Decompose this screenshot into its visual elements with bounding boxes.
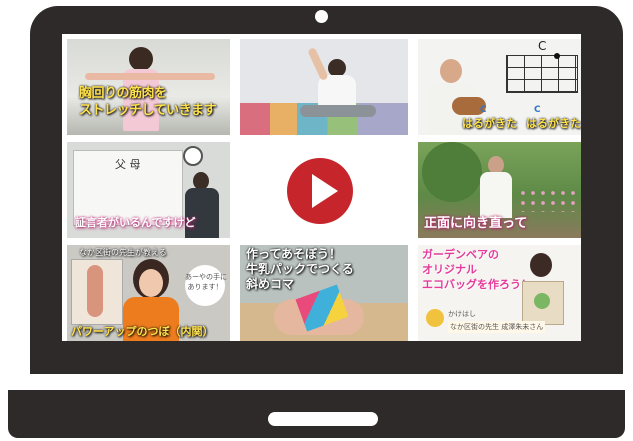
yoga-person-arm [307,46,329,82]
acupressure-header: なか区街の先生が教える [79,248,167,257]
camera-icon [315,10,328,23]
video-thumbnail-ecobag[interactable]: ガーデンベアの オリジナル エコバッグを作ろう！ かけはし なか区街の先生 成澤… [418,245,581,341]
chord-small-1: C [480,105,487,115]
ecobag-illustration [534,293,550,309]
instructor-figure [129,47,153,71]
play-triangle-icon [312,174,338,208]
host-face [139,269,163,297]
ecobag-org: かけはし [448,310,476,318]
ecobag-caption: ガーデンベアの オリジナル エコバッグを作ろう！ [422,248,532,291]
video-thumbnail-acupressure[interactable]: なか区街の先生が教える あーやの手に あります！ パワーアップのつぼ（内関） [67,245,230,341]
video-thumbnail-whiteboard[interactable]: 父 母 証言者がいるんですけど [67,142,230,238]
chord-diagram [506,55,578,93]
chord-small-2: C [534,105,541,115]
garden-caption: 正面に向き直って [424,216,528,231]
stretch-caption: 胸回りの筋肉を ストレッチしていきます [79,86,217,118]
chord-label: C [538,39,547,53]
speech-bubble: あーやの手に あります！ [185,265,227,306]
lyric-2: はるがきた [526,117,581,130]
lyric-1: はるがきた [462,117,517,130]
chart-figure [87,265,103,317]
craft-caption: 作ってあそぼう！ 牛乳パックでつくる 斜めコマ [246,247,354,291]
flowers [518,188,578,212]
yoga-person-body [318,75,356,109]
hinge-gap [0,374,633,390]
chord-dot [554,53,560,59]
whiteboard-title: 父 母 [115,158,141,171]
musician-head [440,59,462,83]
whiteboard-caption: 証言者がいるんですけど [75,216,196,229]
ecobag-person-head [530,253,552,277]
presenter-body [185,188,219,238]
garden-tree [422,142,482,202]
logo-badge [426,309,444,327]
video-thumbnail-garden[interactable]: 正面に向き直って [418,142,581,238]
trackpad-slot [268,412,378,426]
instructor-arms [85,73,215,80]
wall-clock-icon [183,146,203,166]
video-thumbnail-ukulele[interactable]: C C C はるがきた はるがきた [418,39,581,135]
video-thumbnail-yoga[interactable] [240,39,408,135]
video-thumbnail-stretch[interactable]: 胸回りの筋肉を ストレッチしていきます [67,39,230,135]
acupressure-caption: パワーアップのつぼ（内関） [71,325,214,338]
video-thumbnail-craft[interactable]: 作ってあそぼう！ 牛乳パックでつくる 斜めコマ [240,245,408,341]
ecobag-footer: なか区街の先生 成澤朱未さん [448,321,546,333]
yoga-person-legs [300,105,376,117]
